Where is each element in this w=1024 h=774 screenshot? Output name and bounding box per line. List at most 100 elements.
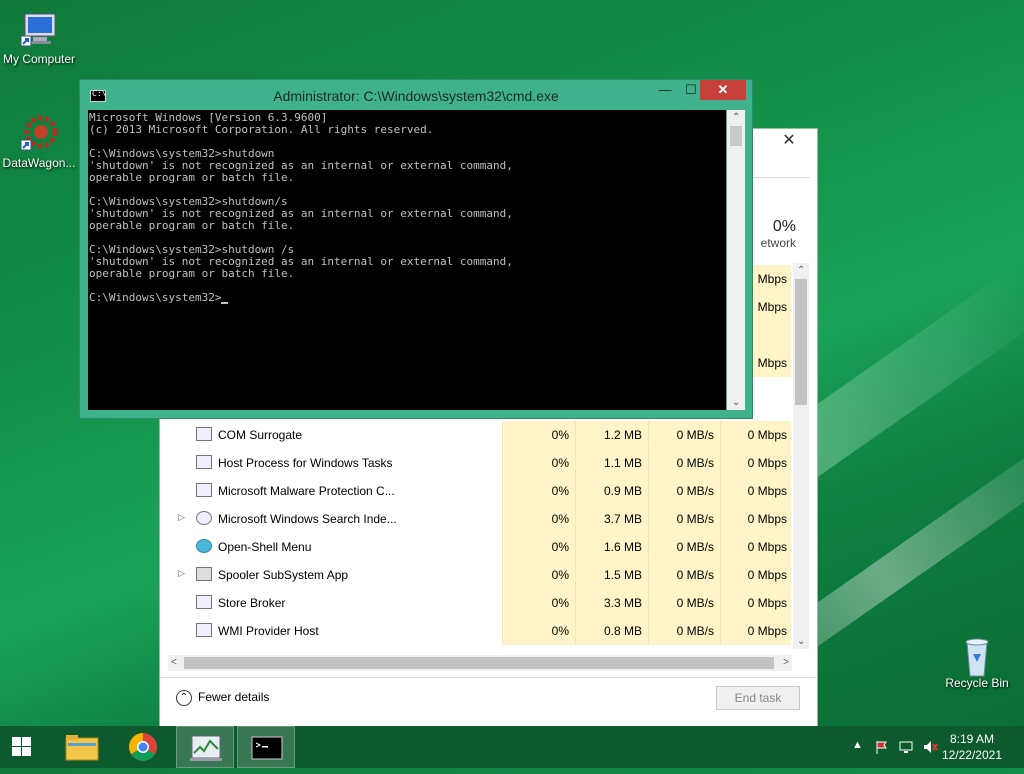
network-cell: 0 Mbps <box>720 533 791 561</box>
process-name: Microsoft Malware Protection C... <box>218 484 395 498</box>
cpu-cell: 0% <box>502 421 575 449</box>
scrollbar-thumb[interactable] <box>795 279 807 405</box>
network-cell: 0 Mbps <box>720 589 791 617</box>
disk-cell: 0 MB/s <box>648 421 720 449</box>
search-indexer-icon <box>196 511 212 525</box>
process-name: Store Broker <box>218 596 286 610</box>
console-line: operable program or batch file. <box>89 267 295 280</box>
console-line: C:\Windows\system32> <box>89 292 726 304</box>
gear-icon <box>19 114 59 154</box>
table-row[interactable]: Host Process for Windows Tasks 0% 1.1 MB… <box>168 449 792 477</box>
table-row[interactable]: ▷ Spooler SubSystem App 0% 1.5 MB 0 MB/s… <box>168 561 792 589</box>
memory-cell: 3.7 MB <box>575 505 648 533</box>
cmd-window[interactable]: C:\ Administrator: C:\Windows\system32\c… <box>79 79 753 419</box>
chevron-up-icon: ⌃ <box>176 690 192 706</box>
process-icon <box>196 427 212 441</box>
table-row[interactable]: COM Surrogate 0% 1.2 MB 0 MB/s 0 Mbps <box>168 421 792 449</box>
desktop-icon-label: DataWagon... <box>2 156 76 170</box>
disk-cell: 0 MB/s <box>648 477 720 505</box>
process-name: Spooler SubSystem App <box>218 568 349 582</box>
cmd-titlebar[interactable]: C:\ Administrator: C:\Windows\system32\c… <box>80 80 752 110</box>
table-row[interactable]: Open-Shell Menu 0% 1.6 MB 0 MB/s 0 Mbps <box>168 533 792 561</box>
table-row[interactable]: ▷ Microsoft Windows Search Inde... 0% 3.… <box>168 505 792 533</box>
minimize-button[interactable]: — <box>652 80 678 100</box>
scrollbar-thumb[interactable] <box>730 126 742 146</box>
cpu-cell: 0% <box>502 561 575 589</box>
start-button[interactable] <box>0 726 58 768</box>
volume-muted-icon[interactable] <box>922 739 938 758</box>
desktop-icon-recycle-bin[interactable]: Recycle Bin <box>938 634 1016 690</box>
computer-icon <box>19 10 59 50</box>
scroll-down-icon[interactable]: ⌄ <box>797 636 805 647</box>
memory-cell: 1.2 MB <box>575 421 648 449</box>
clock[interactable]: 8:19 AM 12/22/2021 <box>942 731 1002 763</box>
desktop-icon-label: My Computer <box>2 52 76 66</box>
network-cell: 0 Mbps <box>720 449 791 477</box>
printer-icon <box>196 567 212 581</box>
close-button[interactable]: ✕ <box>700 80 746 100</box>
expand-icon[interactable]: ▷ <box>178 512 185 523</box>
process-icon <box>196 595 212 609</box>
chrome-button[interactable] <box>114 726 172 768</box>
fewer-details-label: Fewer details <box>198 690 270 705</box>
table-row[interactable]: Store Broker 0% 3.3 MB 0 MB/s 0 Mbps <box>168 589 792 617</box>
task-manager-taskbar-button[interactable] <box>176 726 234 768</box>
table-row[interactable]: Microsoft Malware Protection C... 0% 0.9… <box>168 477 792 505</box>
show-hidden-icons-button[interactable]: ▲ <box>852 739 863 751</box>
desktop-icon-my-computer[interactable]: My Computer <box>0 10 78 66</box>
process-list: COM Surrogate 0% 1.2 MB 0 MB/s 0 Mbps Ho… <box>168 421 792 645</box>
console-line: operable program or batch file. <box>89 171 295 184</box>
end-task-button[interactable]: End task <box>716 686 800 710</box>
clock-date: 12/22/2021 <box>941 748 1002 762</box>
fewer-details-button[interactable]: ⌃ Fewer details <box>176 690 269 706</box>
scroll-up-icon[interactable]: ⌃ <box>732 112 740 123</box>
network-cell: 0 Mbps <box>720 617 791 645</box>
action-center-flag-icon[interactable] <box>874 739 890 758</box>
memory-cell: 1.5 MB <box>575 561 648 589</box>
memory-cell: 3.3 MB <box>575 589 648 617</box>
task-manager-icon <box>190 735 222 761</box>
cmd-taskbar-button[interactable] <box>237 726 295 768</box>
table-row[interactable]: WMI Provider Host 0% 0.8 MB 0 MB/s 0 Mbp… <box>168 617 792 645</box>
scrollbar-thumb[interactable] <box>184 657 774 669</box>
cpu-cell: 0% <box>502 533 575 561</box>
disk-cell: 0 MB/s <box>648 533 720 561</box>
scroll-right-icon[interactable]: > <box>783 657 789 668</box>
network-cell: 0 Mbps <box>720 561 791 589</box>
desktop-icon-datawagon[interactable]: DataWagon... <box>0 114 78 170</box>
vertical-scrollbar[interactable]: ⌃ ⌄ <box>793 263 809 649</box>
scroll-up-icon[interactable]: ⌃ <box>797 265 805 276</box>
network-cell: 0 Mbps <box>720 505 791 533</box>
process-name: Host Process for Windows Tasks <box>218 456 393 470</box>
console-line: (c) 2013 Microsoft Corporation. All righ… <box>89 123 434 136</box>
windows-logo-icon <box>12 737 31 756</box>
scroll-down-icon[interactable]: ⌄ <box>732 397 740 408</box>
console-scrollbar[interactable]: ⌃ ⌄ <box>727 110 745 410</box>
cpu-cell: 0% <box>502 477 575 505</box>
disk-cell: 0 MB/s <box>648 561 720 589</box>
cpu-cell: 0% <box>502 617 575 645</box>
horizontal-scrollbar[interactable]: < > <box>168 655 792 671</box>
disk-cell: 0 MB/s <box>648 449 720 477</box>
memory-cell: 1.6 MB <box>575 533 648 561</box>
process-icon <box>196 455 212 469</box>
process-icon <box>196 483 212 497</box>
cpu-cell: 0% <box>502 589 575 617</box>
process-name: Microsoft Windows Search Inde... <box>218 512 397 526</box>
file-explorer-button[interactable] <box>54 726 112 768</box>
process-name: Open-Shell Menu <box>218 540 312 554</box>
network-icon[interactable] <box>898 739 914 758</box>
console-output[interactable]: Microsoft Windows [Version 6.3.9600] (c) … <box>88 110 726 410</box>
scroll-left-icon[interactable]: < <box>171 657 177 668</box>
taskbar: ▲ 8:19 AM 12/22/2021 <box>0 726 1024 768</box>
cpu-cell: 0% <box>502 449 575 477</box>
expand-icon[interactable]: ▷ <box>178 568 185 579</box>
memory-cell: 0.8 MB <box>575 617 648 645</box>
recycle-bin-icon <box>957 634 997 677</box>
clock-time: 8:19 AM <box>949 732 994 746</box>
process-name: COM Surrogate <box>218 428 303 442</box>
disk-cell: 0 MB/s <box>648 617 720 645</box>
open-shell-icon <box>196 539 212 553</box>
close-icon[interactable]: ✕ <box>771 131 807 151</box>
disk-cell: 0 MB/s <box>648 589 720 617</box>
